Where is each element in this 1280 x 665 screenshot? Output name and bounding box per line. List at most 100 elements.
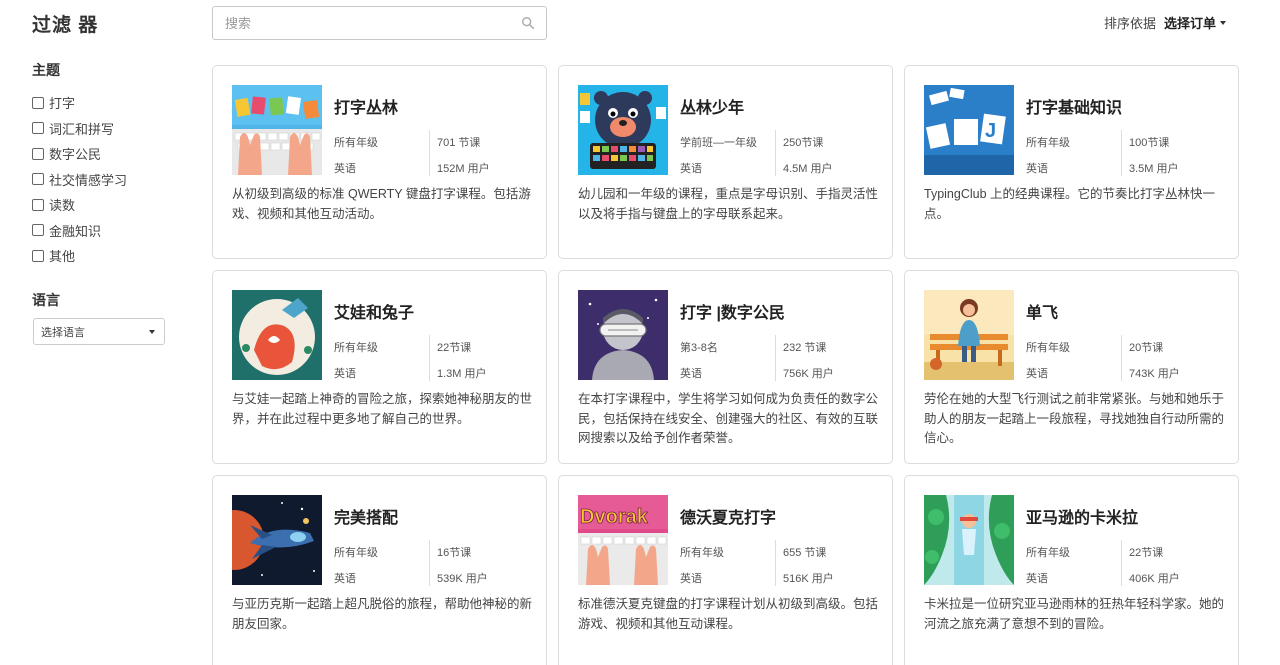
ava-rabbit-thumbnail: [232, 290, 322, 380]
course-title: 艾娃和兔子: [334, 305, 415, 322]
course-users: 516K 用户: [783, 573, 834, 585]
svg-text:J: J: [985, 120, 996, 142]
course-users: 756K 用户: [783, 368, 834, 380]
checkbox[interactable]: [32, 198, 44, 211]
course-card[interactable]: 打字丛林 所有年级 英语 701 节课 152M 用户 从初级到高级的标准 QW…: [212, 65, 547, 259]
sort-value: 选择订单: [1163, 16, 1216, 31]
course-title: 打字基础知识: [1026, 100, 1123, 117]
course-lessons: 22节课: [437, 342, 472, 354]
topic-filter-sel[interactable]: 社交情感学习: [32, 167, 127, 193]
course-card[interactable]: 丛林少年 学前班—一年级 英语 250节课 4.5M 用户 幼儿园和一年级的课程…: [558, 65, 893, 259]
topic-filter-vocabulary[interactable]: 词汇和拼写: [32, 116, 127, 142]
course-lessons: 16节课: [437, 547, 472, 559]
course-description: 劳伦在她的大型飞行测试之前非常紧张。与她和她乐于助人的朋友一起踏上一段旅程，寻找…: [924, 392, 1225, 445]
course-users: 4.5M 用户: [783, 163, 833, 175]
course-meta: 所有年级 英语 20节课 743K 用户: [1026, 333, 1221, 385]
topic-filter-finance[interactable]: 金融知识: [32, 218, 127, 244]
svg-text:Dvorak: Dvorak: [580, 506, 649, 528]
checkbox[interactable]: [32, 147, 44, 160]
course-grade: 所有年级: [680, 547, 724, 559]
topic-label: 金融知识: [49, 223, 102, 239]
course-card[interactable]: Dvorak 德沃夏克打字 所有年级 英语 655 节课 516K 用户 标准德…: [558, 475, 893, 665]
checkbox[interactable]: [32, 122, 44, 135]
course-description: TypingClub 上的经典课程。它的节奏比打字丛林快一点。: [924, 187, 1216, 221]
checkbox[interactable]: [32, 173, 44, 186]
caret-down-icon: [149, 330, 155, 334]
course-card[interactable]: 亚马逊的卡米拉 所有年级 英语 22节课 406K 用户 卡米拉是一位研究亚马逊…: [904, 475, 1239, 665]
course-meta: 学前班—一年级 英语 250节课 4.5M 用户: [680, 128, 875, 180]
topic-filter-digital-citizenship[interactable]: 数字公民: [32, 141, 127, 167]
course-lessons: 655 节课: [783, 547, 827, 559]
course-lessons: 250节课: [783, 137, 824, 149]
course-description: 与艾娃一起踏上神奇的冒险之旅，探索她神秘朋友的世界，并在此过程中更多地了解自己的…: [232, 392, 533, 426]
typing-jungle-thumbnail: [232, 85, 322, 175]
camila-amazon-thumbnail: [924, 495, 1014, 585]
topic-label: 打字: [49, 96, 76, 112]
divider: [775, 130, 776, 176]
topic-filter-typing[interactable]: 打字: [32, 90, 127, 116]
course-language: 英语: [334, 368, 356, 380]
course-grade: 第3-8名: [680, 342, 718, 354]
course-lessons: 22节课: [1129, 547, 1164, 559]
course-language: 英语: [680, 368, 702, 380]
course-card[interactable]: 单飞 所有年级 英语 20节课 743K 用户 劳伦在她的大型飞行测试之前非常紧…: [904, 270, 1239, 464]
course-language: 英语: [680, 573, 702, 585]
divider: [775, 335, 776, 381]
language-select-value: 选择语言: [41, 326, 85, 339]
topic-label: 数字公民: [49, 147, 102, 163]
topic-filter-other[interactable]: 其他: [32, 243, 127, 269]
course-title: 德沃夏克打字: [680, 510, 777, 527]
course-title: 丛林少年: [680, 100, 745, 117]
course-language: 英语: [334, 163, 356, 175]
topic-label: 词汇和拼写: [49, 121, 115, 137]
filter-title: 过滤 器: [32, 15, 99, 36]
course-card[interactable]: 完美搭配 所有年级 英语 16节课 539K 用户 与亚历克斯一起踏上超凡脱俗的…: [212, 475, 547, 665]
course-grade: 所有年级: [334, 547, 378, 559]
course-language: 英语: [680, 163, 702, 175]
course-description: 幼儿园和一年级的课程，重点是字母识别、手指灵活性以及将手指与键盘上的字母联系起来…: [578, 187, 879, 221]
search-icon[interactable]: [521, 16, 535, 30]
search-box[interactable]: [212, 6, 547, 40]
digital-citizenship-thumbnail: [578, 290, 668, 380]
course-grade: 所有年级: [334, 137, 378, 149]
checkbox[interactable]: [32, 224, 44, 237]
course-meta: 所有年级 英语 655 节课 516K 用户: [680, 538, 875, 590]
course-card[interactable]: 艾娃和兔子 所有年级 英语 22节课 1.3M 用户 与艾娃一起踏上神奇的冒险之…: [212, 270, 547, 464]
course-grade: 学前班—一年级: [680, 137, 757, 149]
sort-control: 排序依据 选择订单: [1104, 13, 1226, 32]
course-users: 406K 用户: [1129, 573, 1180, 585]
topic-list: 打字 词汇和拼写 数字公民 社交情感学习 读数 金融知识 其他: [32, 90, 127, 269]
checkbox[interactable]: [32, 96, 44, 109]
sort-dropdown[interactable]: 选择订单: [1164, 13, 1226, 32]
course-lessons: 20节课: [1129, 342, 1164, 354]
course-description: 在本打字课程中，学生将学习如何成为负责任的数字公民，包括保持在线安全、创建强大的…: [578, 392, 879, 445]
course-language: 英语: [334, 573, 356, 585]
typing-basics-thumbnail: J: [924, 85, 1014, 175]
topic-filter-numeracy[interactable]: 读数: [32, 192, 127, 218]
course-meta: 所有年级 英语 22节课 406K 用户: [1026, 538, 1221, 590]
course-meta: 所有年级 英语 701 节课 152M 用户: [334, 128, 529, 180]
course-meta: 所有年级 英语 100节课 3.5M 用户: [1026, 128, 1221, 180]
caret-down-icon: [1220, 20, 1226, 25]
course-grade: 所有年级: [334, 342, 378, 354]
language-select[interactable]: 选择语言: [33, 318, 165, 345]
topic-label: 社交情感学习: [49, 172, 128, 188]
divider: [1121, 130, 1122, 176]
course-card[interactable]: J 打字基础知识 所有年级 英语 100节课 3.5M 用户 TypingClu…: [904, 65, 1239, 259]
divider: [1121, 540, 1122, 586]
course-users: 1.3M 用户: [437, 368, 487, 380]
divider: [775, 540, 776, 586]
solo-flight-thumbnail: [924, 290, 1014, 380]
search-input[interactable]: [225, 15, 505, 31]
course-language: 英语: [1026, 163, 1048, 175]
course-card[interactable]: 打字 |数字公民 第3-8名 英语 232 节课 756K 用户 在本打字课程中…: [558, 270, 893, 464]
course-language: 英语: [1026, 368, 1048, 380]
course-meta: 所有年级 英语 16节课 539K 用户: [334, 538, 529, 590]
checkbox[interactable]: [32, 249, 44, 262]
course-description: 卡米拉是一位研究亚马逊雨林的狂热年轻科学家。她的河流之旅充满了意想不到的冒险。: [924, 597, 1225, 631]
course-lessons: 701 节课: [437, 137, 481, 149]
topic-label: 读数: [49, 198, 76, 214]
course-users: 152M 用户: [437, 163, 490, 175]
topic-label: 其他: [49, 249, 76, 265]
course-meta: 所有年级 英语 22节课 1.3M 用户: [334, 333, 529, 385]
